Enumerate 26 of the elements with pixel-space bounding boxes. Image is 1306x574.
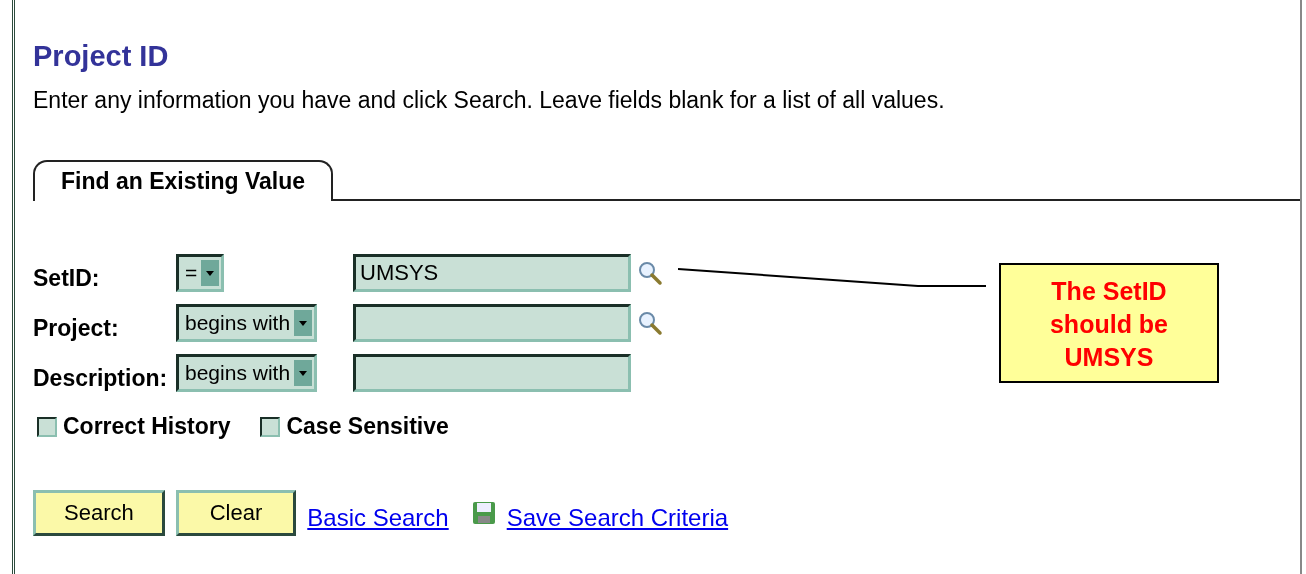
checkbox-label: Correct History [63, 413, 231, 440]
search-icon[interactable] [637, 310, 663, 336]
callout-note: The SetID should be UMSYS [999, 263, 1219, 383]
checkbox-label: Case Sensitive [286, 413, 449, 440]
page-title: Project ID [33, 40, 170, 73]
operator-dropdown[interactable]: begins with [176, 304, 318, 342]
field-label: Project: [33, 313, 120, 342]
field-label: Description: [33, 363, 169, 392]
search-tab[interactable]: Find an Existing Value [33, 160, 334, 201]
checkbox[interactable] [37, 416, 57, 437]
search-icon[interactable] [637, 260, 663, 286]
operator-dropdown[interactable]: begins with [176, 354, 318, 392]
checkbox[interactable] [260, 416, 281, 437]
input-field[interactable] [353, 354, 631, 392]
search-button[interactable]: Search [33, 490, 165, 536]
search-link[interactable]: Basic Search [307, 504, 449, 532]
input-field[interactable]: UMSYS [353, 254, 631, 292]
field-label: SetID: [33, 263, 101, 292]
search-link[interactable]: Save Search Criteria [506, 504, 729, 532]
operator-dropdown[interactable]: = [176, 254, 225, 292]
caret-icon [294, 360, 313, 386]
input-field[interactable] [353, 304, 631, 342]
instructions-text: Enter any information you have and click Search. Leave fields blank for a list of all values. [33, 87, 946, 114]
clear-button[interactable]: Clear [175, 490, 297, 536]
caret-icon [201, 260, 220, 286]
caret-icon [294, 310, 313, 336]
